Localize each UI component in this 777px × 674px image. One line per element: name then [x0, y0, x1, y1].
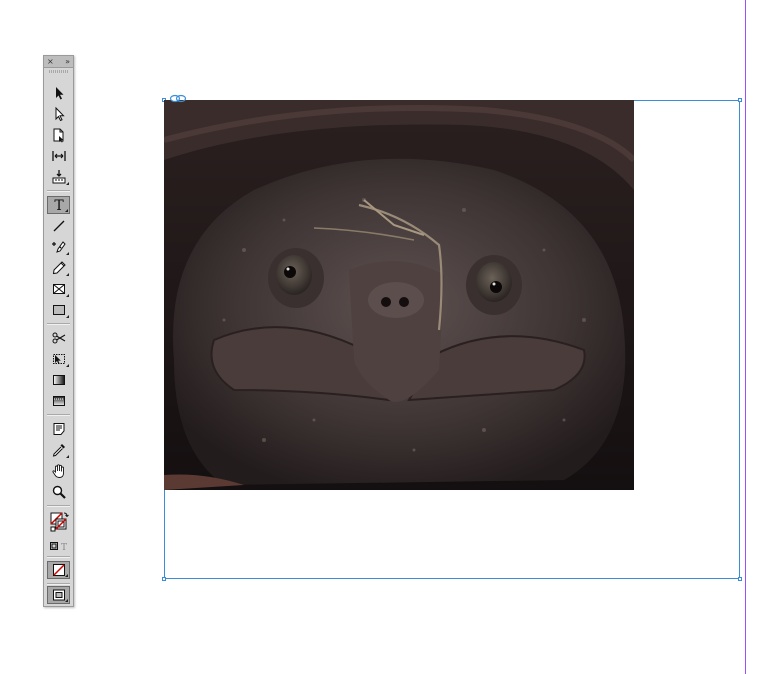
link-icon[interactable]	[169, 94, 187, 103]
vertical-guide	[745, 0, 746, 674]
rectangle-frame-tool[interactable]	[47, 280, 70, 298]
formatting-affects[interactable]: T	[47, 540, 70, 552]
turtle-image	[164, 100, 634, 490]
fill-stroke-icon	[49, 512, 69, 532]
scissors-tool[interactable]	[47, 329, 70, 347]
hollow-arrow-icon	[55, 106, 65, 122]
scissors-icon	[52, 332, 65, 344]
pencil-icon	[52, 261, 66, 275]
arrow-icon	[55, 87, 63, 100]
gap-icon	[51, 151, 66, 161]
line-icon	[53, 220, 64, 232]
type-tool[interactable]: T	[47, 196, 70, 214]
pencil-tool[interactable]	[47, 259, 70, 277]
gradient-feather-tool[interactable]	[47, 392, 70, 410]
apply-none[interactable]	[47, 561, 70, 579]
transform-icon	[52, 354, 65, 364]
page-icon	[53, 128, 63, 143]
pen-tool[interactable]	[47, 238, 70, 256]
gap-tool[interactable]	[47, 147, 70, 165]
eyedropper-tool[interactable]	[47, 441, 70, 459]
fill-stroke-swatch[interactable]	[47, 510, 70, 536]
content-collector-tool[interactable]	[47, 168, 70, 186]
selection-tool[interactable]	[47, 84, 70, 102]
eyedropper-icon	[52, 444, 65, 457]
frame-handle-bottom-right[interactable]	[738, 577, 742, 581]
svg-text:T: T	[54, 198, 64, 213]
line-tool[interactable]	[47, 217, 70, 235]
hand-icon	[51, 464, 64, 478]
free-transform-tool[interactable]	[47, 350, 70, 368]
collapse-icon[interactable]: »	[65, 57, 70, 66]
tools-panel: × » T T	[43, 55, 74, 607]
close-icon[interactable]: ×	[47, 57, 54, 66]
panel-grip[interactable]	[49, 70, 68, 73]
snapping-turtle-photo[interactable]	[164, 100, 634, 490]
feather-icon	[52, 396, 65, 406]
rectangle-tool[interactable]	[47, 301, 70, 319]
gradient-swatch-tool[interactable]	[47, 371, 70, 389]
collector-icon	[52, 170, 65, 184]
zoom-tool[interactable]	[47, 483, 70, 501]
pen-icon	[51, 241, 66, 253]
tools-panel-header[interactable]: × »	[44, 56, 73, 68]
magnifier-icon	[52, 485, 66, 499]
rectangle-icon	[52, 305, 65, 315]
screen-mode[interactable]	[47, 586, 70, 604]
frame-x-icon	[52, 284, 65, 294]
frame-handle-top-right[interactable]	[738, 98, 742, 102]
note-tool[interactable]	[47, 420, 70, 438]
hand-tool[interactable]	[47, 462, 70, 480]
svg-text:T: T	[60, 543, 66, 551]
gradient-icon	[52, 375, 65, 385]
frame-handle-bottom-left[interactable]	[162, 577, 166, 581]
direct-selection-tool[interactable]	[47, 105, 70, 123]
container-text-icon: T	[49, 542, 67, 551]
note-icon	[53, 423, 64, 435]
page-tool[interactable]	[47, 126, 70, 144]
